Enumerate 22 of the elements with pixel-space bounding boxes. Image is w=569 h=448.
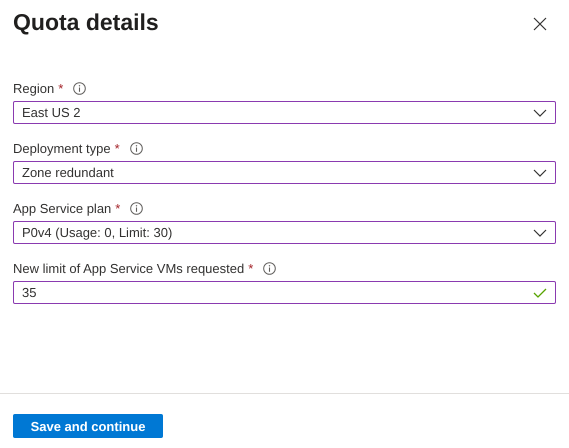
info-icon[interactable] [73,82,86,94]
info-icon[interactable] [263,262,276,274]
required-asterisk: * [115,200,120,216]
field-label: App Service plan [13,200,112,216]
chevron-down-icon [533,168,547,176]
required-asterisk: * [248,260,254,276]
chevron-down-icon [533,108,547,116]
field-label: Region [13,80,54,96]
required-asterisk: * [58,80,64,96]
save-and-continue-button[interactable]: Save and continue [13,414,163,438]
dropdown-field[interactable]: P0v4 (Usage: 0, Limit: 30) [13,221,556,244]
panel-title: Quota details [13,8,159,36]
info-icon[interactable] [130,202,144,214]
close-icon[interactable] [533,17,547,31]
field-label: Deployment type [13,140,111,156]
field-label: New limit of App Service VMs requested [13,260,244,276]
dropdown-field[interactable]: East US 2 [13,101,556,124]
required-asterisk: * [114,140,120,156]
dropdown-field[interactable]: Zone redundant [13,161,556,184]
chevron-down-icon [533,228,547,236]
info-icon[interactable] [130,142,143,154]
input-field[interactable]: 35 [13,281,556,304]
